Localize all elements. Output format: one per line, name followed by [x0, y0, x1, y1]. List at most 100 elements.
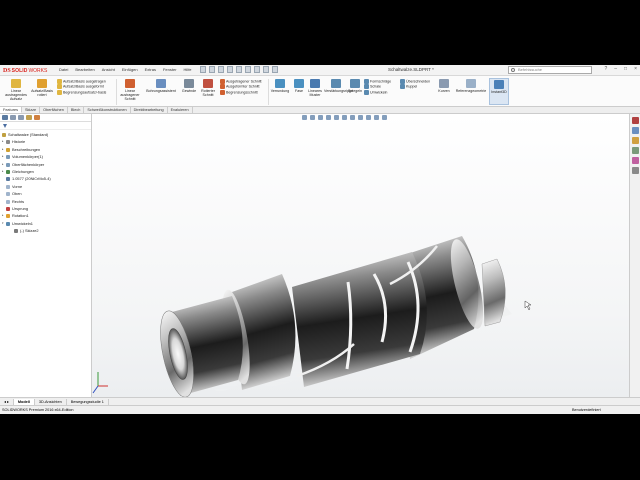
chamfer-button[interactable]: Fase: [292, 79, 306, 93]
extruded-cut-button[interactable]: Linear austragener Schnitt: [118, 79, 142, 101]
menu-extras[interactable]: Extras: [144, 67, 157, 72]
boundary-boss-button[interactable]: Begrenzungsaufsatz/-basis: [57, 89, 106, 95]
undo-icon[interactable]: [236, 66, 242, 73]
custom-properties-icon[interactable]: [632, 167, 639, 174]
boundary-cut-button[interactable]: Begrenzungsschnitt: [220, 89, 262, 95]
mirror-button[interactable]: Spiegeln: [348, 79, 362, 93]
view-orientation-icon[interactable]: [342, 115, 347, 120]
rib-button[interactable]: Verstärkungsrippe: [324, 79, 353, 93]
reference-geometry-button[interactable]: Referenzgeometrie: [454, 79, 488, 93]
graphics-area[interactable]: [92, 114, 629, 398]
tree-item[interactable]: Oben: [0, 190, 91, 197]
menu-datei[interactable]: Datei: [58, 67, 69, 72]
tree-item[interactable]: 1.0577 (20NiCrMo5-4): [0, 175, 91, 182]
tree-root-part[interactable]: Schaltwalze (Standard): [0, 131, 91, 138]
linear-pattern-button[interactable]: Lineares Muster: [307, 79, 323, 97]
view-settings-icon[interactable]: [382, 115, 387, 120]
previous-view-icon[interactable]: [318, 115, 323, 120]
expand-arrow-icon[interactable]: ▸: [2, 146, 4, 153]
tab-blech[interactable]: Blech: [68, 107, 85, 113]
tab-evaluieren[interactable]: Evaluieren: [168, 107, 193, 113]
menu-einfuegen[interactable]: Einfügen: [121, 67, 139, 72]
tree-item[interactable]: ▸ Gleichungen: [0, 168, 91, 175]
tree-item[interactable]: ▸ Volumenkörper(1): [0, 153, 91, 160]
menu-ansicht[interactable]: Ansicht: [101, 67, 116, 72]
tab-skizze[interactable]: Skizze: [22, 107, 41, 113]
file-properties-icon[interactable]: [263, 66, 269, 73]
file-explorer-icon[interactable]: [632, 137, 639, 144]
design-library-icon[interactable]: [632, 127, 639, 134]
zoom-area-icon[interactable]: [310, 115, 315, 120]
tree-item-icon: [6, 177, 10, 182]
options-icon[interactable]: [272, 66, 278, 73]
menu-hilfe[interactable]: Hilfe: [183, 67, 193, 72]
solidworks-resources-icon[interactable]: [632, 117, 639, 124]
thread-button[interactable]: Gewinde: [180, 79, 198, 93]
save-icon[interactable]: [218, 66, 224, 73]
open-icon[interactable]: [209, 66, 215, 73]
dynamic-annotation-icon[interactable]: [334, 115, 339, 120]
tree-item[interactable]: ▾ Umwickeln1: [0, 220, 91, 227]
expand-arrow-icon[interactable]: ▸: [2, 161, 4, 168]
tree-filter[interactable]: [0, 122, 91, 130]
expand-arrow-icon[interactable]: ▸: [2, 138, 4, 145]
tab-schweisskonstruktionen[interactable]: Schweißkonstruktionen: [84, 107, 131, 113]
edit-appearance-icon[interactable]: [366, 115, 371, 120]
expand-arrow-icon[interactable]: ▸: [2, 212, 4, 219]
rebuild-icon[interactable]: [254, 66, 260, 73]
maximize-icon[interactable]: □: [624, 66, 627, 72]
expand-arrow-icon[interactable]: ▸: [2, 168, 4, 175]
tree-item[interactable]: ▸ Oberflächenkörper: [0, 161, 91, 168]
expand-arrow-icon[interactable]: ▾: [2, 220, 4, 227]
display-manager-tab-icon[interactable]: [34, 115, 40, 120]
tree-item[interactable]: Vorne: [0, 183, 91, 190]
tree-item[interactable]: (-) Skizze2: [0, 227, 91, 234]
close-icon[interactable]: ×: [634, 66, 637, 72]
tab-scroll-arrows[interactable]: ◂ ▸: [0, 398, 14, 405]
tree-item[interactable]: Ursprung: [0, 205, 91, 212]
tree-item[interactable]: ▸ Rotation1: [0, 212, 91, 219]
tab-features[interactable]: Features: [0, 107, 22, 113]
revolved-boss-button[interactable]: Aufsatz/Basis rotiert: [30, 79, 54, 97]
menu-fenster[interactable]: Fenster: [162, 67, 178, 72]
tree-item[interactable]: ▸ Beschreibungen: [0, 146, 91, 153]
tab-bewegungsstudie[interactable]: Bewegungsstudie 1: [67, 398, 109, 405]
tree-item[interactable]: Rechts: [0, 198, 91, 205]
status-units[interactable]: Benutzerdefiniert: [572, 408, 601, 412]
solidworks-logo[interactable]: DS SOLID WORKS: [3, 66, 47, 75]
display-style-icon[interactable]: [350, 115, 355, 120]
tab-oberflaechen[interactable]: Oberflächen: [40, 107, 68, 113]
view-palette-icon[interactable]: [632, 147, 639, 154]
instant3d-button[interactable]: Instant3D: [489, 78, 509, 105]
dome-button[interactable]: Kuppel: [400, 84, 430, 90]
filter-icon: [3, 124, 7, 128]
tab-direktbearbeitung[interactable]: Direktbearbeitung: [131, 107, 168, 113]
appearances-icon[interactable]: [632, 157, 639, 164]
section-view-icon[interactable]: [326, 115, 331, 120]
revolved-cut-button[interactable]: Rotierter Schnitt: [199, 79, 217, 97]
property-manager-tab-icon[interactable]: [10, 115, 16, 120]
command-search-input[interactable]: Befehlssuche: [508, 66, 592, 74]
tab-3d-ansichten[interactable]: 3D-Ansichten: [35, 398, 67, 405]
hide-show-items-icon[interactable]: [358, 115, 363, 120]
tab-modell[interactable]: Modell: [13, 398, 35, 405]
curves-button[interactable]: Kurven: [436, 79, 452, 93]
select-icon[interactable]: [245, 66, 251, 73]
expand-arrow-icon[interactable]: ▸: [2, 153, 4, 160]
feature-manager-tab-icon[interactable]: [2, 115, 8, 120]
help-icon[interactable]: ?: [604, 66, 607, 72]
zoom-to-fit-icon[interactable]: [302, 115, 307, 120]
hole-wizard-button[interactable]: Bohrungsassistent: [144, 79, 178, 93]
tree-item-label: Umwickeln1: [12, 220, 33, 226]
fillet-button[interactable]: Verrundung: [270, 79, 290, 93]
print-icon[interactable]: [227, 66, 233, 73]
menu-bearbeiten[interactable]: Bearbeiten: [74, 67, 95, 72]
tree-item[interactable]: ▸ Historie: [0, 138, 91, 145]
dimxpert-tab-icon[interactable]: [26, 115, 32, 120]
apply-scene-icon[interactable]: [374, 115, 379, 120]
configuration-manager-tab-icon[interactable]: [18, 115, 24, 120]
boss-extrude-button[interactable]: Linear austragendes Aufsatz: [3, 79, 29, 101]
new-doc-icon[interactable]: [200, 66, 206, 73]
minimize-icon[interactable]: –: [614, 66, 617, 72]
wrap-button[interactable]: Umwickeln: [364, 89, 391, 95]
